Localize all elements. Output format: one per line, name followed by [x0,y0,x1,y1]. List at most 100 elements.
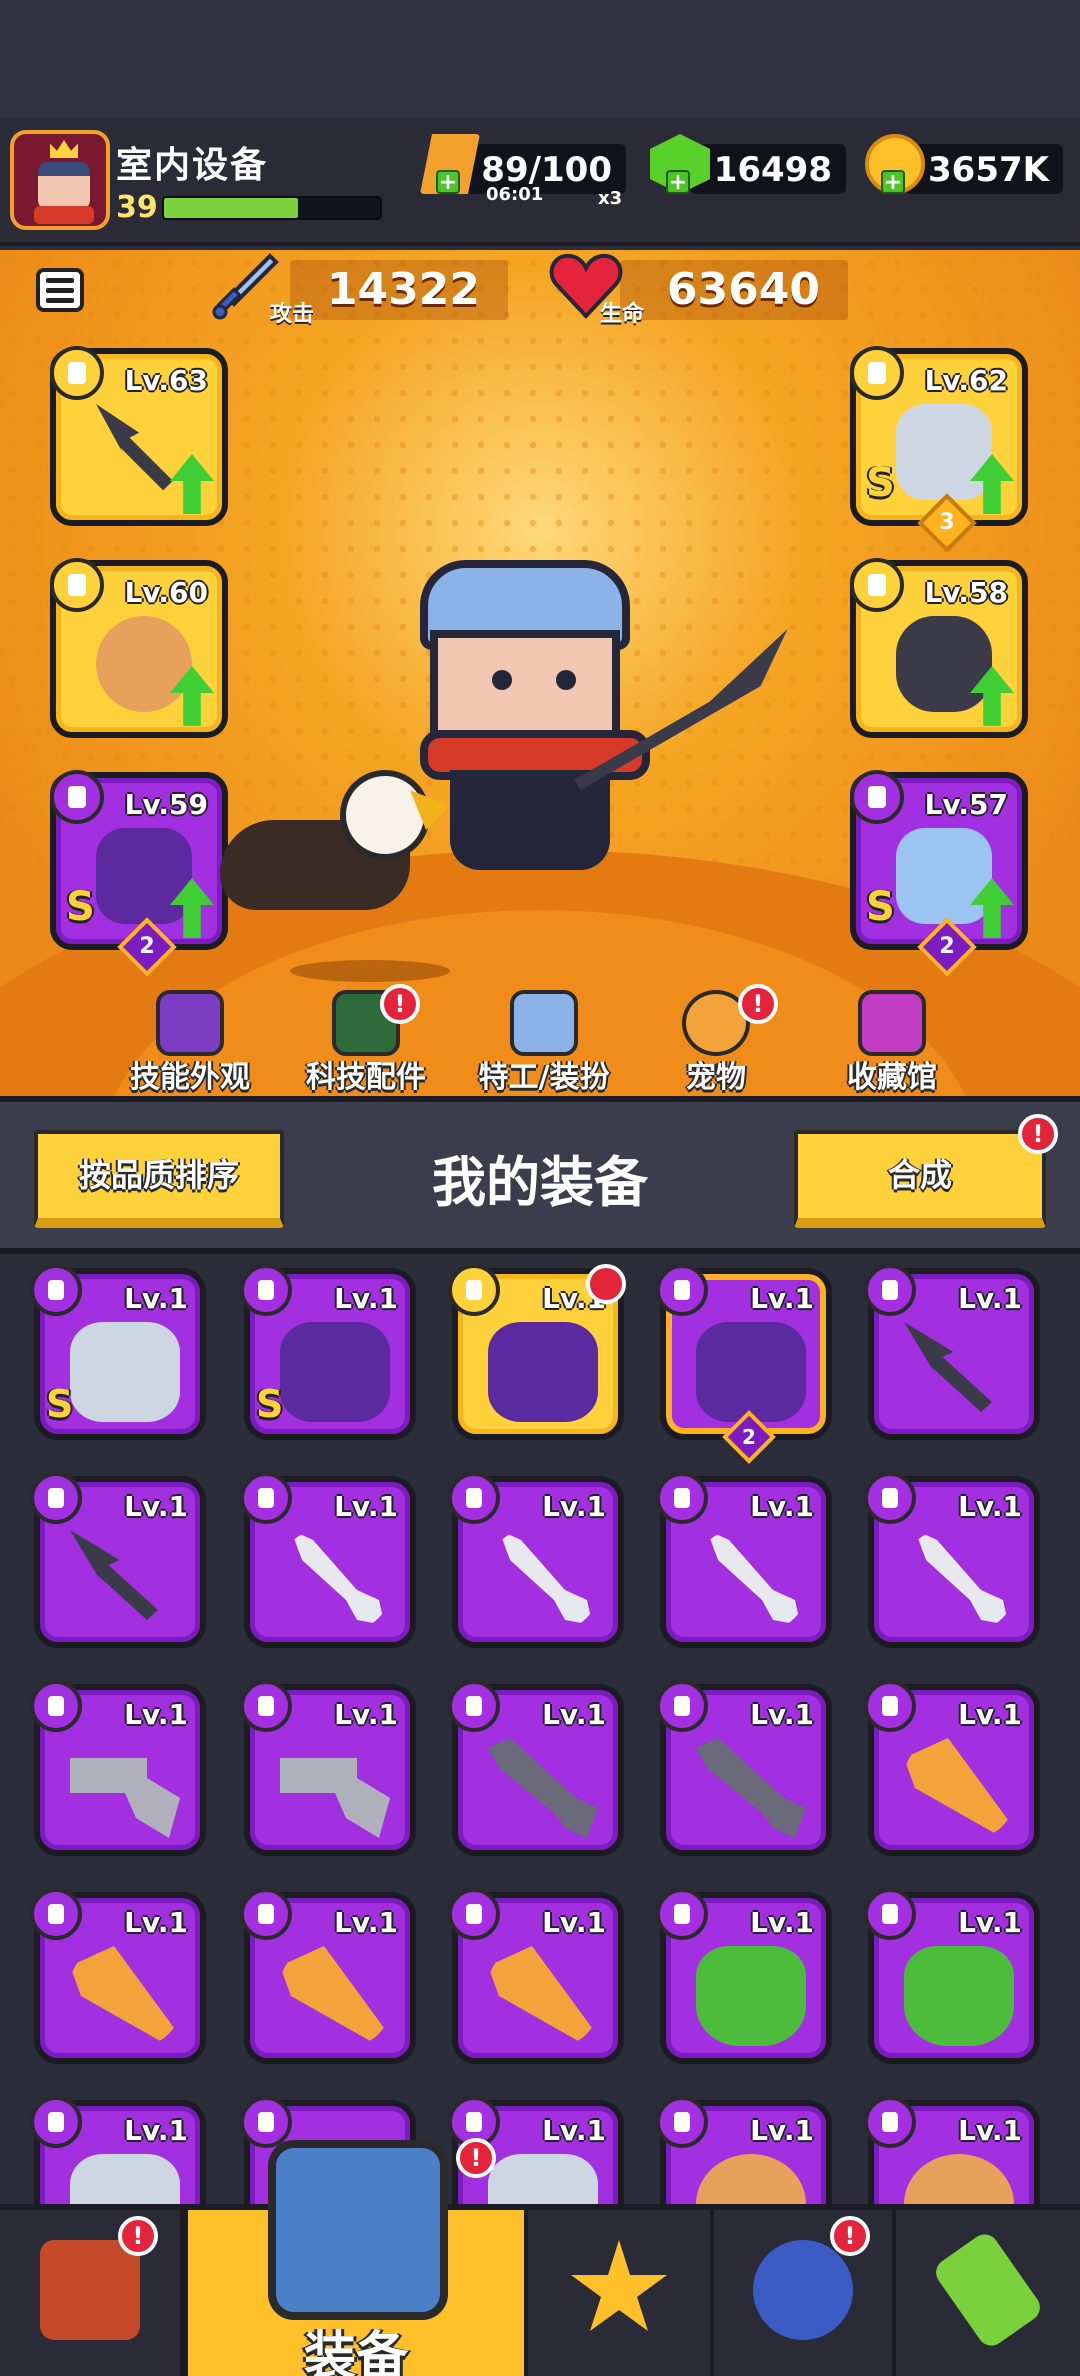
bracelet-icon [696,2154,806,2204]
inventory-item[interactable]: Lv.1 [656,2096,832,2204]
item-level: Lv.1 [958,1490,1022,1523]
item-level: Lv.1 [334,1490,398,1523]
inventory-item[interactable]: Lv.1 S [240,1264,416,1440]
tab-battle[interactable] [528,2210,714,2376]
necklace-slot[interactable]: Lv.60 [50,558,228,738]
inventory-item[interactable]: Lv.1 [864,1472,1040,1648]
inventory-item[interactable]: Lv.1 S [30,1264,206,1440]
menu-list-icon[interactable] [36,268,84,312]
upgrade-arrow-icon [170,454,214,514]
item-type-icon [864,1888,916,1940]
collection-button[interactable]: 收藏馆 [802,990,982,1096]
inventory-item[interactable]: Lv.1 [448,1472,624,1648]
sort-by-quality-button[interactable]: 按品质排序 [34,1130,284,1228]
item-level: Lv.1 [542,2114,606,2147]
grade-s-label: S [46,1382,74,1426]
item-level: Lv.1 [750,2114,814,2147]
inventory-item[interactable]: Lv.1 [864,2096,1040,2204]
belt-slot[interactable]: Lv.58 [850,558,1028,738]
inventory-item[interactable]: Lv.1 [448,1264,626,1440]
pet-button[interactable]: ! 宠物 [626,984,806,1096]
helm-icon [70,1322,180,1422]
item-type-icon [656,1472,708,1524]
torch-icon [904,1738,1014,1838]
item-level: Lv.1 [124,1698,188,1731]
knife-icon [70,1530,158,1620]
inventory-header: 按品质排序 我的装备 合成 ! [0,1096,1080,1254]
hero-head [430,630,620,740]
weapon-slot[interactable]: Lv.63 [50,346,228,526]
inventory-item[interactable]: Lv.1 [656,1472,832,1648]
inventory-item[interactable]: Lv.1 [240,1888,416,2064]
avatar-face [38,162,90,210]
shotgun-icon [488,1738,598,1838]
torch-icon [280,1946,390,2046]
gem-counter[interactable]: + 16498 [650,134,846,194]
xp-bar [162,196,382,220]
chest-icon [858,990,926,1056]
health-stat: 63640 生命 [600,260,848,327]
inventory-item[interactable]: Lv.1 [448,1680,624,1856]
inventory-item[interactable]: Lv.1 2 [656,1264,832,1464]
sword-icon [915,1530,1009,1625]
status-bar-area [0,0,1080,118]
item-type-icon [240,1888,292,1940]
inventory-item[interactable]: Lv.1 [864,1264,1040,1440]
inventory-item[interactable]: Lv.1 [656,1680,832,1856]
category-row: 技能外观 ! 科技配件 特工/装扮 ! 宠物 收藏馆 [0,984,1080,1096]
tech-parts-button[interactable]: ! 科技配件 [276,984,456,1096]
inventory-item[interactable]: Lv.1 [30,1680,206,1856]
alert-badge: ! [830,2216,870,2256]
agent-outfit-button[interactable]: 特工/装扮 [454,990,634,1096]
avatar[interactable] [10,130,110,230]
armor-slot[interactable]: Lv.62 S 3 [850,346,1028,553]
item-type-icon [448,1264,500,1316]
dna-vial-icon [930,2228,1046,2352]
glove-type-icon [50,770,104,824]
shotgun-icon [696,1738,806,1838]
eagle-head [340,770,430,860]
tab-dna[interactable] [896,2210,1080,2376]
belt-type-icon [850,558,904,612]
equipped-marker-icon [586,1264,626,1304]
inventory-grid: Lv.1 S Lv.1 S Lv.1 Lv.1 2 Lv.1 Lv.1 Lv.1 Lv.1 Lv.1 L… [0,1254,1080,2204]
inventory-item[interactable]: Lv.1 [864,1680,1040,1856]
grade-s-label: S [866,460,895,506]
item-level: Lv.1 [958,1698,1022,1731]
tab-shop[interactable]: ! [0,2210,184,2376]
slot-level: Lv.63 [124,364,208,397]
inventory-item[interactable]: Lv.1 [30,2096,206,2204]
necklace-type-icon [50,558,104,612]
coin-counter[interactable]: + 3657K [865,134,1063,194]
slot-level: Lv.60 [124,576,208,609]
inventory-item[interactable]: Lv.1 [448,1888,624,2064]
boots-slot[interactable]: Lv.57 S 2 [850,770,1028,977]
slot-level: Lv.62 [924,364,1008,397]
add-energy-icon[interactable]: + [436,170,460,194]
grade-s-label: S [66,884,95,930]
item-type-icon [30,1680,82,1732]
item-level: Lv.1 [124,1906,188,1939]
glove-slot[interactable]: Lv.59 S 2 [50,770,228,977]
inventory-item[interactable]: Lv.1 [240,1680,416,1856]
pet-eagle[interactable] [220,770,450,920]
item-type-icon [656,2096,708,2148]
inventory-item[interactable]: Lv.1 [240,1472,416,1648]
add-gems-icon[interactable]: + [666,170,690,194]
inventory-item[interactable]: Lv.1 [30,1888,206,2064]
item-level: Lv.1 [958,1906,1022,1939]
inventory-item[interactable]: Lv.1 [656,1888,832,2064]
item-type-icon [448,1472,500,1524]
gun-icon [280,1758,390,1838]
tab-equip[interactable]: ! 装备 [184,2138,528,2376]
merge-alert-badge: ! [1018,1114,1058,1154]
inventory-item[interactable]: Lv.1 [30,1472,206,1648]
skill-skin-button[interactable]: 技能外观 [100,990,280,1096]
boots-type-icon [850,770,904,824]
item-type-icon [448,1680,500,1732]
tab-talent[interactable]: ! [714,2210,896,2376]
inventory-item[interactable]: Lv.1 [864,1888,1040,2064]
gun-icon [70,1758,180,1838]
merge-button[interactable]: 合成 [794,1130,1046,1228]
add-coins-icon[interactable]: + [881,170,905,194]
